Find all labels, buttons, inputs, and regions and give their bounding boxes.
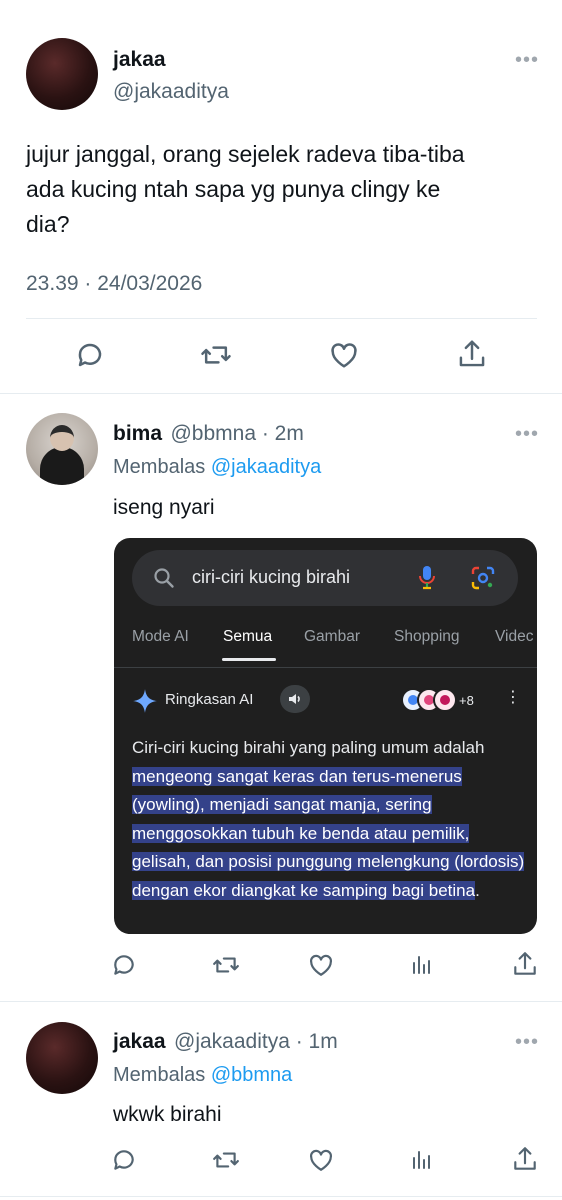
author-name[interactable]: jakaa <box>113 1030 166 1053</box>
avatar[interactable] <box>26 1022 98 1094</box>
search-query: ciri-ciri kucing birahi <box>192 567 351 587</box>
tweet-text-line: jujur janggal, orang sejelek radeva tiba… <box>26 141 465 167</box>
reply-text: iseng nyari <box>113 496 215 519</box>
ai-overview-text: Ciri-ciri kucing birahi yang paling umum… <box>132 734 527 905</box>
author-handle-time[interactable]: @bbmna · 2m <box>170 422 303 445</box>
retweet-icon[interactable] <box>212 1147 240 1173</box>
author-handle[interactable]: @jakaaditya <box>113 80 229 104</box>
replying-to-link[interactable]: @jakaaditya <box>211 456 321 478</box>
more-icon[interactable]: ••• <box>515 1032 539 1052</box>
source-favicon <box>433 688 457 712</box>
reply-text: wkwk birahi <box>113 1103 222 1126</box>
share-icon[interactable] <box>457 338 487 370</box>
replying-to: Membalas @bbmna <box>113 1064 292 1087</box>
like-icon[interactable] <box>308 953 334 977</box>
tweet-text-line: dia? <box>26 211 70 237</box>
more-icon[interactable]: ••• <box>515 424 539 444</box>
active-tab-indicator <box>222 658 276 661</box>
reply-icon[interactable] <box>75 340 105 370</box>
ai-text-end: . <box>475 880 480 900</box>
divider <box>26 318 537 319</box>
attached-image[interactable]: ciri-ciri kucing birahi Mode AI Semua Ga… <box>114 538 537 934</box>
replying-to-link[interactable]: @bbmna <box>211 1064 292 1086</box>
views-icon[interactable] <box>410 952 434 978</box>
divider <box>0 393 562 394</box>
more-vert-icon[interactable]: ⋮ <box>505 690 521 706</box>
tab-gambar[interactable]: Gambar <box>304 628 360 646</box>
like-icon[interactable] <box>329 341 359 369</box>
ai-text-plain: Ciri-ciri kucing birahi yang paling umum… <box>132 738 485 757</box>
views-icon[interactable] <box>410 1147 434 1173</box>
author-handle-time[interactable]: @jakaaditya · 1m <box>174 1030 338 1053</box>
tweet-text-line: ada kucing ntah sapa yg punya clingy ke <box>26 176 441 202</box>
replying-prefix: Membalas <box>113 1064 206 1086</box>
tab-mode-ai[interactable]: Mode AI <box>132 628 189 646</box>
sparkle-icon <box>133 689 157 713</box>
mic-icon[interactable] <box>417 565 437 591</box>
sources-count: +8 <box>459 693 474 708</box>
avatar[interactable] <box>26 38 98 110</box>
author-name[interactable]: bima <box>113 422 162 445</box>
tab-video[interactable]: Videc <box>495 628 534 646</box>
share-icon[interactable] <box>512 1145 538 1173</box>
reply-header: jakaa @jakaaditya · 1m <box>113 1030 338 1054</box>
reply-header: bima @bbmna · 2m <box>113 422 304 446</box>
reply-icon[interactable] <box>111 952 137 978</box>
speaker-glyph <box>289 694 300 704</box>
replying-to: Membalas @jakaaditya <box>113 456 321 479</box>
retweet-icon[interactable] <box>200 340 232 370</box>
tab-semua[interactable]: Semua <box>223 628 272 646</box>
more-icon[interactable]: ••• <box>515 50 539 70</box>
share-icon[interactable] <box>512 950 538 978</box>
search-bar[interactable]: ciri-ciri kucing birahi <box>132 550 518 606</box>
author-name[interactable]: jakaa <box>113 48 166 72</box>
divider <box>114 667 537 668</box>
like-icon[interactable] <box>308 1148 334 1172</box>
ai-overview-title: Ringkasan AI <box>165 691 254 708</box>
avatar[interactable] <box>26 413 98 485</box>
ai-text-highlight: mengeong sangat keras dan terus-menerus … <box>132 766 525 900</box>
lens-icon[interactable] <box>470 565 496 591</box>
search-tabs: Mode AI Semua Gambar Shopping Videc <box>132 628 537 658</box>
tweet-timestamp[interactable]: 23.39 · 24/03/2026 <box>26 272 202 296</box>
avatar-head <box>50 425 74 451</box>
replying-prefix: Membalas <box>113 456 206 478</box>
divider <box>0 1196 562 1197</box>
retweet-icon[interactable] <box>212 952 240 978</box>
avatar-figure <box>40 447 84 485</box>
reply-icon[interactable] <box>111 1147 137 1173</box>
divider <box>0 1001 562 1002</box>
search-icon <box>154 568 174 588</box>
tab-shopping[interactable]: Shopping <box>394 628 460 646</box>
speaker-icon[interactable] <box>280 685 310 713</box>
tweet-text: jujur janggal, orang sejelek radeva tiba… <box>26 137 465 242</box>
